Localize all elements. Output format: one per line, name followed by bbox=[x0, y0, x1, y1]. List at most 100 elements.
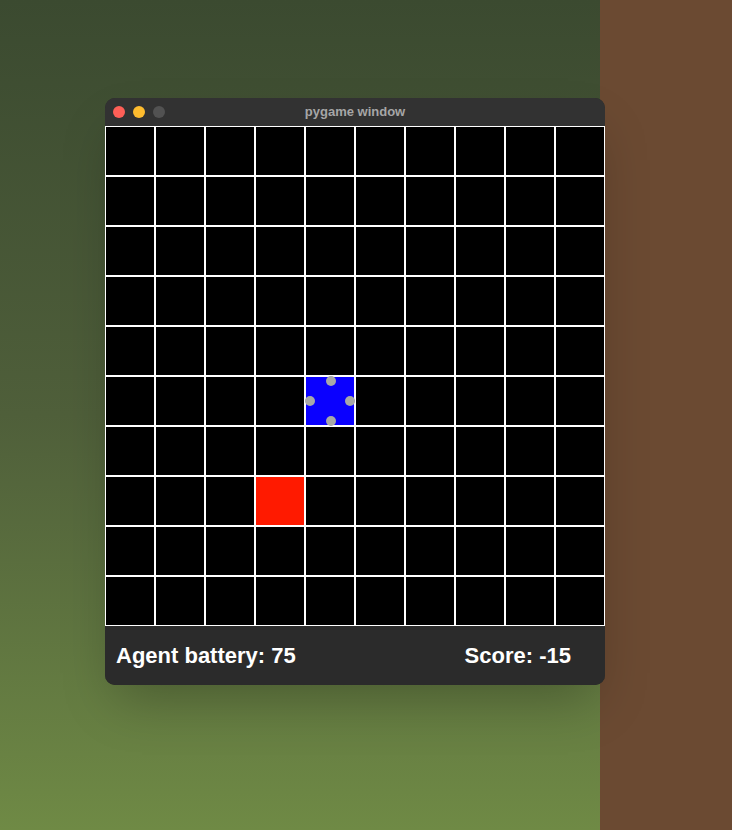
grid-cell bbox=[505, 126, 555, 176]
grid-cell bbox=[205, 176, 255, 226]
grid-cell bbox=[355, 126, 405, 176]
grid-cell bbox=[155, 276, 205, 326]
grid-cell bbox=[505, 576, 555, 626]
status-bar: Agent battery: 75 Score: -15 bbox=[105, 626, 605, 685]
grid-cell bbox=[305, 126, 355, 176]
grid-cell bbox=[205, 376, 255, 426]
grid-cell bbox=[405, 576, 455, 626]
desktop: pygame window Agent battery: 75 Score: -15 bbox=[0, 0, 732, 830]
grid-cell bbox=[105, 326, 155, 376]
grid-cell bbox=[455, 326, 505, 376]
grid-cell bbox=[555, 276, 605, 326]
battery-label: Agent battery: 75 bbox=[116, 639, 296, 672]
grid-cell bbox=[405, 226, 455, 276]
grid-cell bbox=[505, 176, 555, 226]
tree-trunk bbox=[600, 0, 732, 830]
title-bar[interactable]: pygame window bbox=[105, 98, 605, 126]
grid-cell bbox=[305, 526, 355, 576]
grid-cell bbox=[405, 326, 455, 376]
grid-cell bbox=[105, 226, 155, 276]
grid-cell bbox=[255, 576, 305, 626]
grid-cell bbox=[305, 326, 355, 376]
grid-cell bbox=[255, 276, 305, 326]
grid-cell bbox=[505, 226, 555, 276]
grid-cell bbox=[355, 326, 405, 376]
zoom-button bbox=[153, 106, 165, 118]
grid-cell bbox=[505, 476, 555, 526]
grid-cell bbox=[205, 276, 255, 326]
grid-cell bbox=[505, 376, 555, 426]
grid-cell bbox=[255, 526, 305, 576]
grid-cell bbox=[405, 426, 455, 476]
grid-cell bbox=[355, 176, 405, 226]
grid-cell bbox=[305, 426, 355, 476]
grid-cell bbox=[455, 426, 505, 476]
grid-cell bbox=[155, 376, 205, 426]
close-button[interactable] bbox=[113, 106, 125, 118]
grid-cell bbox=[255, 226, 305, 276]
grid-cell bbox=[155, 526, 205, 576]
grid-cell bbox=[305, 276, 355, 326]
grid-cell bbox=[405, 476, 455, 526]
game-grid bbox=[105, 126, 605, 626]
grid-cell bbox=[155, 226, 205, 276]
grid-cell bbox=[105, 576, 155, 626]
score-label: Score: -15 bbox=[465, 639, 571, 672]
grid-cell bbox=[205, 576, 255, 626]
grid-cell bbox=[355, 376, 405, 426]
grid-cell bbox=[255, 176, 305, 226]
grid-cell bbox=[355, 276, 405, 326]
grid-cell bbox=[555, 576, 605, 626]
grid-cell bbox=[255, 376, 305, 426]
grid-cell bbox=[205, 426, 255, 476]
grid-cell bbox=[455, 476, 505, 526]
pygame-window[interactable]: pygame window Agent battery: 75 Score: -15 bbox=[105, 98, 605, 685]
grid-cell bbox=[405, 276, 455, 326]
wheel-icon bbox=[326, 416, 336, 426]
grid-cell bbox=[155, 326, 205, 376]
grid-cell bbox=[455, 226, 505, 276]
grid-cell bbox=[505, 276, 555, 326]
grid-cell bbox=[555, 126, 605, 176]
grid-cell bbox=[505, 526, 555, 576]
grid-cell bbox=[555, 326, 605, 376]
grid-cell bbox=[205, 526, 255, 576]
grid-cell bbox=[205, 476, 255, 526]
grid-cell bbox=[255, 426, 305, 476]
grid-cell bbox=[105, 276, 155, 326]
grid-cell bbox=[505, 326, 555, 376]
grid-cell bbox=[205, 126, 255, 176]
target-cell bbox=[255, 476, 305, 526]
grid-cell bbox=[455, 526, 505, 576]
grid-cell bbox=[155, 176, 205, 226]
grid-cell bbox=[555, 526, 605, 576]
grid-cell bbox=[305, 476, 355, 526]
grid-cell bbox=[105, 176, 155, 226]
grid-cell bbox=[405, 376, 455, 426]
grid-cell bbox=[405, 126, 455, 176]
grid-cell bbox=[255, 126, 305, 176]
grid-cell bbox=[555, 426, 605, 476]
grid-cell bbox=[305, 226, 355, 276]
wheel-icon bbox=[326, 376, 336, 386]
grid-cell bbox=[205, 326, 255, 376]
grid-cell bbox=[455, 576, 505, 626]
grid-cell bbox=[405, 176, 455, 226]
grid-cell bbox=[555, 376, 605, 426]
grid-cell bbox=[505, 426, 555, 476]
grid-cell bbox=[555, 226, 605, 276]
wheel-icon bbox=[345, 396, 355, 406]
wheel-icon bbox=[305, 396, 315, 406]
grid-cell bbox=[405, 526, 455, 576]
minimize-button[interactable] bbox=[133, 106, 145, 118]
grid-cell bbox=[105, 376, 155, 426]
grid-cell bbox=[105, 426, 155, 476]
window-title: pygame window bbox=[305, 102, 405, 122]
grid-cell bbox=[455, 376, 505, 426]
grid-cell bbox=[455, 176, 505, 226]
grid-cell bbox=[355, 226, 405, 276]
grid-cell bbox=[155, 576, 205, 626]
grid-cell bbox=[255, 326, 305, 376]
grid-cell bbox=[105, 526, 155, 576]
grid-cell bbox=[355, 426, 405, 476]
